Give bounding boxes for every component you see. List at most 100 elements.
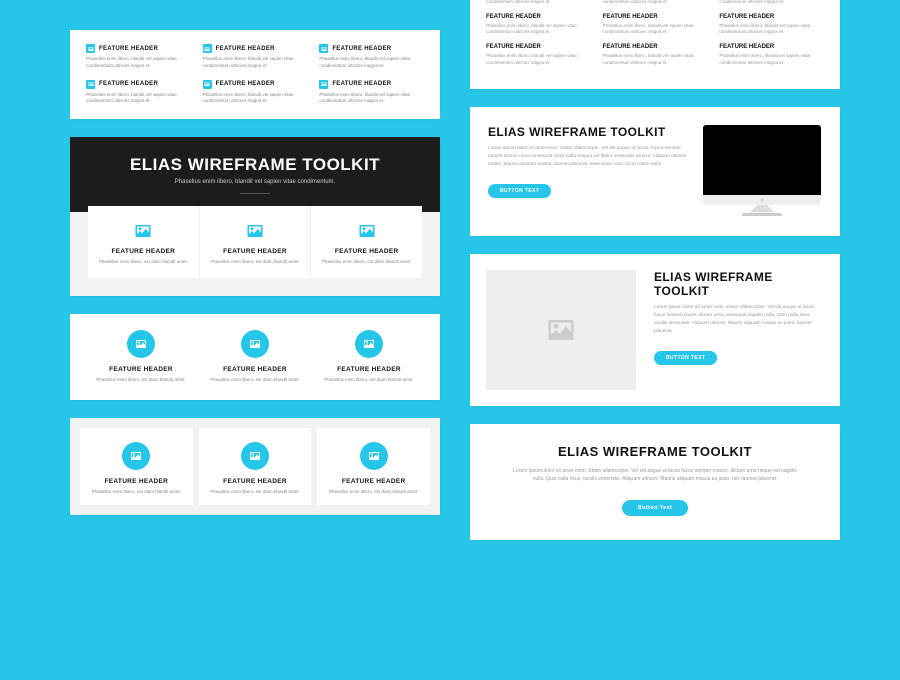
feature-item: FEATURE HEADER Phasellus enim libero, es… xyxy=(204,330,306,384)
image-icon xyxy=(203,80,212,89)
feature-body: Phasellus enim libero, blandit vel sapie… xyxy=(319,56,424,70)
feature-header-label: FEATURE HEADER xyxy=(319,248,414,255)
feature-card: FEATURE HEADER Phasellus enim libero, es… xyxy=(311,206,422,278)
image-icon xyxy=(86,44,95,53)
feature-card: FEATURE HEADER Phasellus enim libero, es… xyxy=(200,206,312,278)
image-placeholder xyxy=(486,270,636,390)
feature-body: Phasellus enim libero, est diam blandit … xyxy=(204,377,306,384)
cta-button[interactable]: BUTTON TEXT xyxy=(654,351,717,365)
feature-row-boxed-card: FEATURE HEADER Phasellus enim libero, es… xyxy=(70,418,440,516)
feature-header-label: FEATURE HEADER xyxy=(719,44,824,50)
feature-body: Phasellus enim libero, est diam blandit … xyxy=(208,259,303,266)
image-icon xyxy=(134,222,152,240)
section-body: Lorem ipsum dolor sit amet enim. Etiam u… xyxy=(510,467,800,484)
feature-header-label: FEATURE HEADER xyxy=(90,366,192,373)
hero-subtitle: Phasellus enim libero, blandit vel sapie… xyxy=(70,179,440,185)
image-icon xyxy=(241,330,269,358)
feature-item: FEATURE HEADER Phasellus enim libero, es… xyxy=(90,330,192,384)
feature-body: Phasellus enim libero, est diam blandit … xyxy=(323,489,424,496)
image-icon xyxy=(355,330,383,358)
section-title: ELIAS WIREFRAME TOOLKIT xyxy=(488,125,688,139)
feature-header-label: FEATURE HEADER xyxy=(216,46,275,52)
feature-body: Phasellus enim libero, est diam blandit … xyxy=(86,489,187,496)
feature-header-label: FEATURE HEADER xyxy=(205,478,306,485)
feature-body: Phasellus enim libero, blandit vel sapie… xyxy=(86,56,191,70)
feature-body: Phasellus enim libero, blandit vel sapie… xyxy=(203,92,308,106)
feature-card: FEATURE HEADER Phasellus enim libero, es… xyxy=(317,428,430,506)
column-body: Phasellus enim libero, blandit vel sapie… xyxy=(603,23,708,37)
feature-header-label: FEATURE HEADER xyxy=(99,81,158,87)
feature-header-label: FEATURE HEADER xyxy=(486,44,591,50)
feature-item: FEATURE HEADER Phasellus enim libero, bl… xyxy=(203,80,308,106)
column-body: Phasellus enim libero, blandit vel sapie… xyxy=(603,0,708,6)
feature-card: FEATURE HEADER Phasellus enim libero, es… xyxy=(80,428,193,506)
column-body: Phasellus enim libero, blandit vel sapie… xyxy=(486,53,591,67)
cta-button[interactable]: BUTTON TEXT xyxy=(488,184,551,198)
monitor-illustration xyxy=(702,125,822,216)
feature-header-label: FEATURE HEADER xyxy=(318,366,420,373)
text-column: Phasellus enim libero, blandit vel sapie… xyxy=(486,0,591,75)
divider xyxy=(240,193,270,194)
feature-grid-card-small-icons: FEATURE HEADER Phasellus enim libero, bl… xyxy=(70,30,440,119)
feature-header-label: FEATURE HEADER xyxy=(603,14,708,20)
image-icon xyxy=(122,442,150,470)
text-columns-card: Phasellus enim libero, blandit vel sapie… xyxy=(470,0,840,89)
hero-with-monitor-card: ELIAS WIREFRAME TOOLKIT Lorem ipsum dolo… xyxy=(470,107,840,236)
cta-button[interactable]: Button Text xyxy=(622,500,689,516)
image-icon xyxy=(203,44,212,53)
section-title: ELIAS WIREFRAME TOOLKIT xyxy=(510,444,800,459)
feature-header-label: FEATURE HEADER xyxy=(332,81,391,87)
feature-card: FEATURE HEADER Phasellus enim libero, es… xyxy=(199,428,312,506)
section-body: Lorem ipsum dolor sit amet enim. Etiam u… xyxy=(654,304,824,337)
feature-header-label: FEATURE HEADER xyxy=(96,248,191,255)
feature-header-label: FEATURE HEADER xyxy=(86,478,187,485)
feature-item: FEATURE HEADER Phasellus enim libero, bl… xyxy=(203,44,308,70)
feature-body: Phasellus enim libero, est diam blandit … xyxy=(319,259,414,266)
image-icon xyxy=(246,222,264,240)
feature-body: Phasellus enim libero, blandit vel sapie… xyxy=(86,92,191,106)
column-body: Phasellus enim libero, blandit vel sapie… xyxy=(719,0,824,6)
feature-body: Phasellus enim libero, est diam blandit … xyxy=(96,259,191,266)
feature-card: FEATURE HEADER Phasellus enim libero, es… xyxy=(88,206,200,278)
feature-header-label: FEATURE HEADER xyxy=(99,46,158,52)
image-icon xyxy=(360,442,388,470)
column-body: Phasellus enim libero, blandit vel sapie… xyxy=(719,23,824,37)
hero-title: ELIAS WIREFRAME TOOLKIT xyxy=(70,155,440,175)
image-icon xyxy=(358,222,376,240)
centered-cta-card: ELIAS WIREFRAME TOOLKIT Lorem ipsum dolo… xyxy=(470,424,840,540)
text-column: Phasellus enim libero, blandit vel sapie… xyxy=(603,0,708,75)
column-body: Phasellus enim libero, blandit vel sapie… xyxy=(719,53,824,67)
column-body: Phasellus enim libero, blandit vel sapie… xyxy=(486,0,591,6)
feature-header-label: FEATURE HEADER xyxy=(719,14,824,20)
image-icon xyxy=(127,330,155,358)
column-body: Phasellus enim libero, blandit vel sapie… xyxy=(603,53,708,67)
image-left-text-card: ELIAS WIREFRAME TOOLKIT Lorem ipsum dolo… xyxy=(470,254,840,406)
section-title: ELIAS WIREFRAME TOOLKIT xyxy=(654,270,824,298)
feature-header-label: FEATURE HEADER xyxy=(323,478,424,485)
feature-header-label: FEATURE HEADER xyxy=(332,46,391,52)
feature-item: FEATURE HEADER Phasellus enim libero, es… xyxy=(318,330,420,384)
image-icon xyxy=(319,44,328,53)
feature-header-label: FEATURE HEADER xyxy=(208,248,303,255)
feature-item: FEATURE HEADER Phasellus enim libero, bl… xyxy=(319,44,424,70)
feature-header-label: FEATURE HEADER xyxy=(603,44,708,50)
image-icon xyxy=(319,80,328,89)
feature-item: FEATURE HEADER Phasellus enim libero, bl… xyxy=(319,80,424,106)
feature-row-circles-card: FEATURE HEADER Phasellus enim libero, es… xyxy=(70,314,440,400)
feature-body: Phasellus enim libero, blandit vel sapie… xyxy=(319,92,424,106)
image-icon xyxy=(86,80,95,89)
feature-body: Phasellus enim libero, blandit vel sapie… xyxy=(203,56,308,70)
feature-header-label: FEATURE HEADER xyxy=(216,81,275,87)
feature-header-label: FEATURE HEADER xyxy=(204,366,306,373)
feature-body: Phasellus enim libero, est diam blandit … xyxy=(318,377,420,384)
column-body: Phasellus enim libero, blandit vel sapie… xyxy=(486,23,591,37)
feature-body: Phasellus enim libero, est diam blandit … xyxy=(205,489,306,496)
feature-header-label: FEATURE HEADER xyxy=(486,14,591,20)
feature-item: FEATURE HEADER Phasellus enim libero, bl… xyxy=(86,80,191,106)
text-column: Phasellus enim libero, blandit vel sapie… xyxy=(719,0,824,75)
feature-item: FEATURE HEADER Phasellus enim libero, bl… xyxy=(86,44,191,70)
image-icon xyxy=(241,442,269,470)
hero-dark-card: ELIAS WIREFRAME TOOLKIT Phasellus enim l… xyxy=(70,137,440,296)
section-body: Lorem ipsum dolor sit amet enim. Etiam u… xyxy=(488,145,688,169)
feature-body: Phasellus enim libero, est diam blandit … xyxy=(90,377,192,384)
